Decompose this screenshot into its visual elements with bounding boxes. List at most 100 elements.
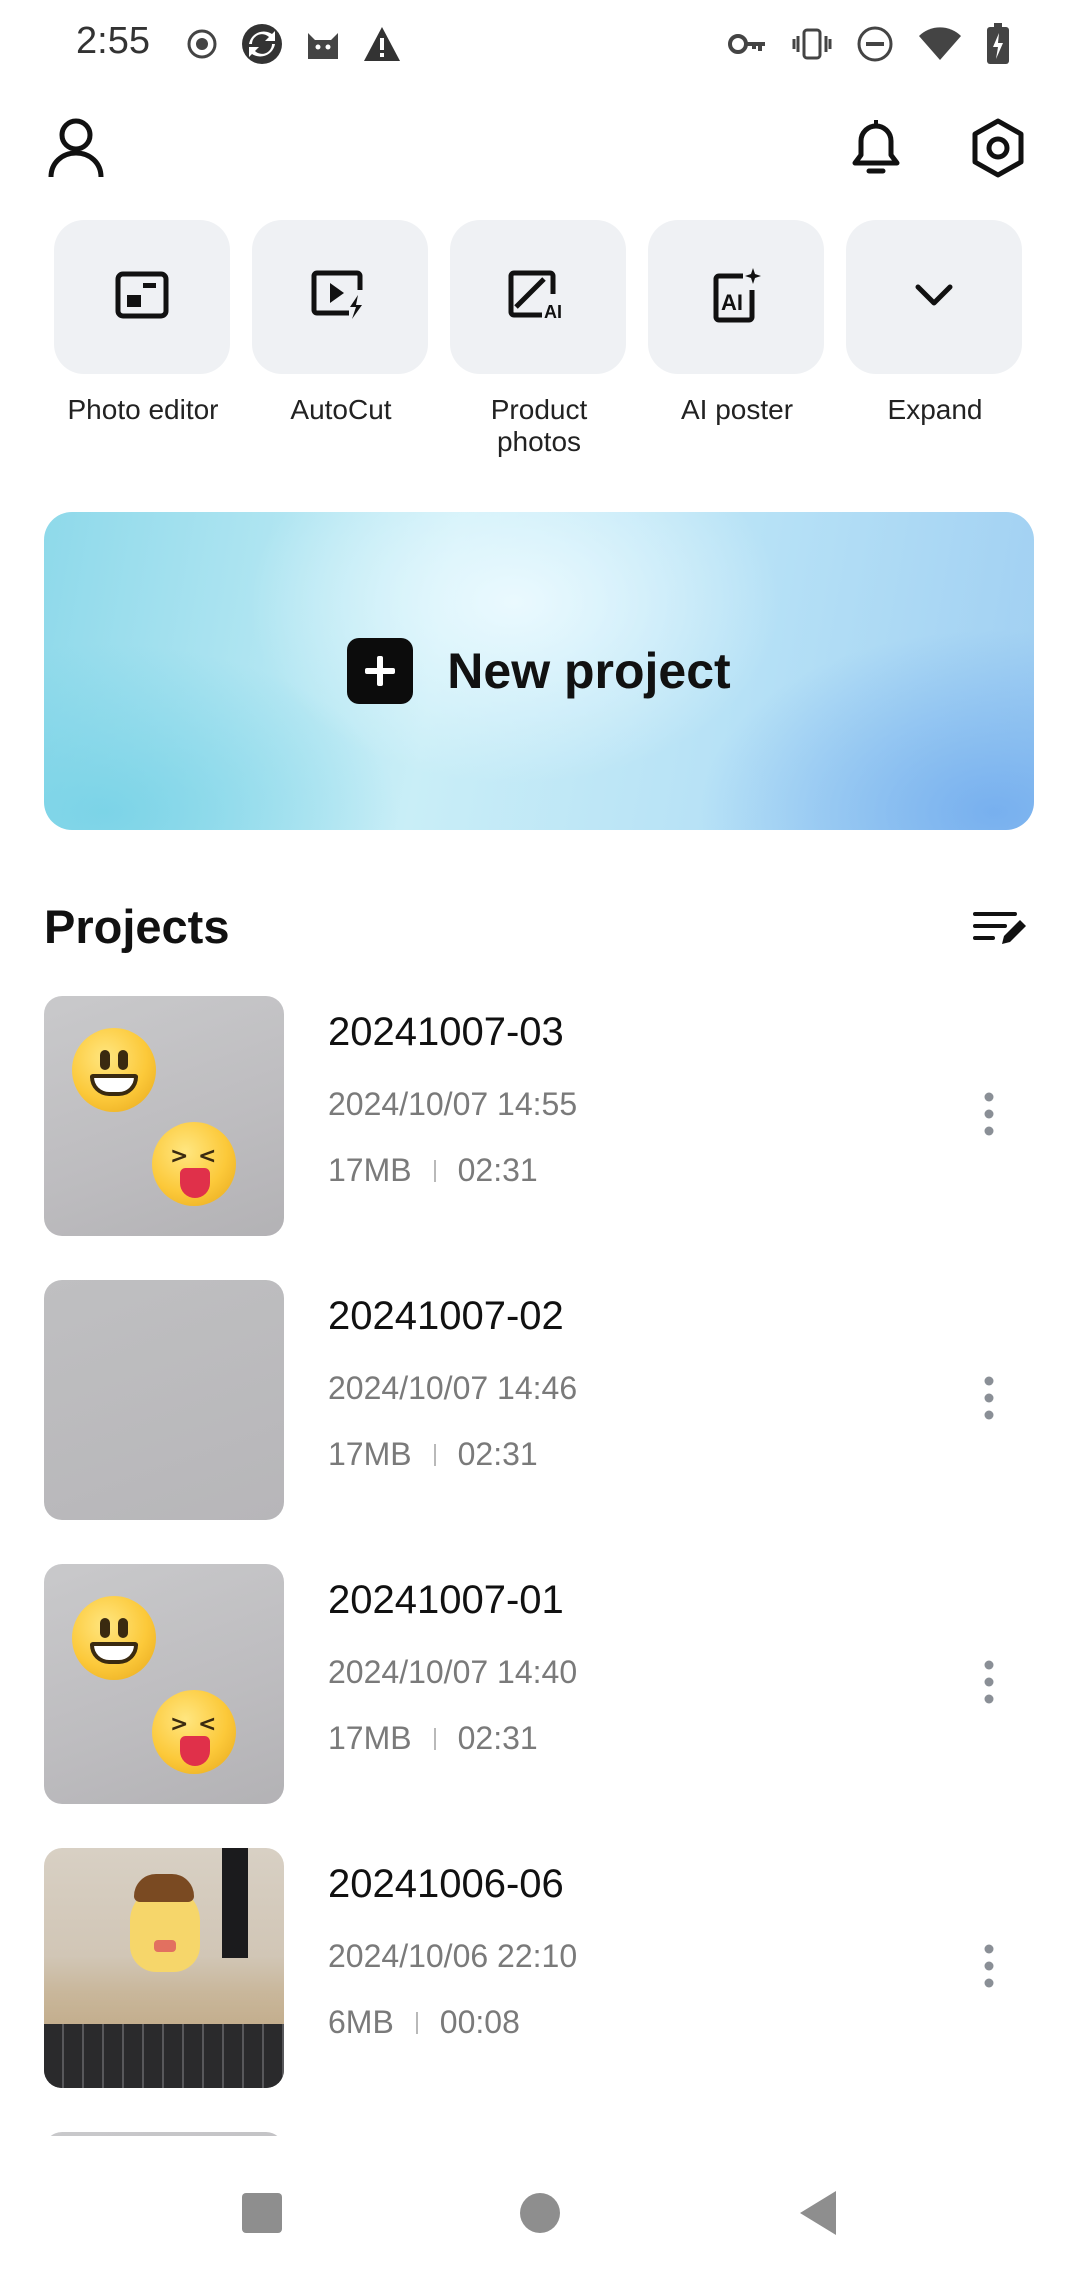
product-photos-icon: AI [508,269,568,326]
chevron-down-icon [912,281,956,314]
project-size: 17MB [328,1436,412,1472]
tool-photo-editor[interactable]: Photo editor [54,220,232,426]
tool-tile[interactable] [846,220,1022,374]
vibrate-icon [792,24,832,64]
tool-tile[interactable] [54,220,230,374]
more-vert-icon [983,1375,995,1426]
project-name: 20241007-02 [328,1294,564,1338]
more-vert-icon [983,1091,995,1142]
projects-title: Projects [44,900,230,953]
project-item[interactable]: > < 20241007-03 2024/10/07 14:55 17MB 02:… [44,996,1034,1236]
project-item[interactable]: 20241007-02 2024/10/07 14:46 17MB 02:31 [44,1280,1034,1520]
tool-tile[interactable]: AI [450,220,626,374]
meta-divider [433,1443,436,1466]
home-icon [518,2191,562,2240]
svg-text:AI: AI [721,290,743,315]
notifications-button[interactable] [836,110,916,190]
project-more-button[interactable] [944,1634,1034,1734]
project-thumbnail[interactable] [44,1848,284,2088]
project-size: 6MB [328,2004,394,2040]
ai-poster-icon: AI [709,266,763,329]
photo-editor-icon [114,270,170,325]
back-button[interactable] [758,2150,878,2280]
project-duration: 02:31 [457,1720,538,1756]
project-meta: 6MB 00:08 [328,2004,520,2041]
tongue-emoji-icon: > < [152,1122,236,1206]
keyboard-shape [44,2024,284,2088]
project-thumbnail[interactable]: > < [44,1564,284,1804]
project-more-button[interactable] [944,1918,1034,2018]
project-thumbnail[interactable] [44,2132,284,2136]
toy-bow-shape [154,1940,176,1952]
projects-header: Projects [44,895,1034,965]
status-right-icons [728,22,1010,66]
project-size: 17MB [328,1152,412,1188]
project-name: 20241007-01 [328,1578,564,1622]
profile-button[interactable] [36,110,116,190]
project-list: > < 20241007-03 2024/10/07 14:55 17MB 02:… [44,996,1034,2136]
tool-product-photos[interactable]: AI Product photos [450,220,628,458]
tool-label: Expand [887,394,983,425]
project-date: 2024/10/07 14:40 [328,1654,578,1690]
cat-app-icon [304,25,342,63]
tool-ai-poster[interactable]: AI AI poster [648,220,826,426]
project-thumbnail[interactable]: > < [44,996,284,1236]
tool-tile[interactable]: AI [648,220,824,374]
meta-divider [433,1159,436,1182]
tool-label: AutoCut [290,394,392,425]
project-duration: 02:31 [457,1152,538,1188]
project-more-button[interactable] [944,1066,1034,1166]
project-item-partial[interactable] [44,2132,1034,2136]
bell-icon [847,117,905,184]
back-icon [796,2189,840,2242]
recents-button[interactable] [202,2150,322,2280]
project-duration: 02:31 [457,1436,538,1472]
project-more-button[interactable] [944,1350,1034,1450]
new-project-label: New project [447,643,731,699]
project-date: 2024/10/06 22:10 [328,1938,578,1974]
settings-button[interactable] [958,110,1038,190]
warning-icon [362,25,402,63]
project-meta: 17MB 02:31 [328,1152,538,1189]
project-meta: 17MB 02:31 [328,1720,538,1757]
vpn-key-icon [728,29,768,59]
status-left-icons [184,22,402,66]
project-duration: 00:08 [439,2004,520,2040]
tool-label: Photo editor [67,394,219,425]
more-vert-icon [983,1659,995,1710]
status-time: 2:55 [76,20,150,62]
do-not-disturb-icon [856,25,894,63]
tool-label: Product photos [490,394,588,457]
manage-projects-button[interactable] [964,895,1034,965]
meta-divider [415,2011,418,2034]
system-nav-bar [0,2150,1080,2280]
project-thumbnail[interactable] [44,1280,284,1520]
tool-autocut[interactable]: AutoCut [252,220,430,426]
more-vert-icon [983,1943,995,1994]
project-meta: 17MB 02:31 [328,1436,538,1473]
settings-icon [969,117,1027,184]
plus-icon [347,638,414,704]
project-name: 20241006-06 [328,1862,564,1906]
recents-icon [240,2191,284,2240]
project-item[interactable]: > < 20241007-01 2024/10/07 14:40 17MB 02:… [44,1564,1034,1804]
tool-tile[interactable] [252,220,428,374]
svg-text:AI: AI [544,302,562,321]
status-bar: 2:55 [0,0,1080,90]
autocut-icon [311,269,369,326]
project-date: 2024/10/07 14:46 [328,1370,578,1406]
new-project-button[interactable]: New project [44,512,1034,830]
project-date: 2024/10/07 14:55 [328,1086,578,1122]
tool-label: AI poster [680,394,794,425]
meta-divider [433,1727,436,1750]
project-item[interactable]: 20241006-06 2024/10/06 22:10 6MB 00:08 [44,1848,1034,2088]
edit-list-icon [972,908,1026,953]
grinning-emoji-icon [72,1596,156,1680]
toy-hat-shape [134,1874,194,1902]
profile-icon [47,117,105,184]
tool-expand[interactable]: Expand [846,220,1024,426]
battery-charging-icon [986,23,1010,65]
desk-stand-shape [222,1848,248,1958]
grinning-emoji-icon [72,1028,156,1112]
home-button[interactable] [480,2150,600,2280]
